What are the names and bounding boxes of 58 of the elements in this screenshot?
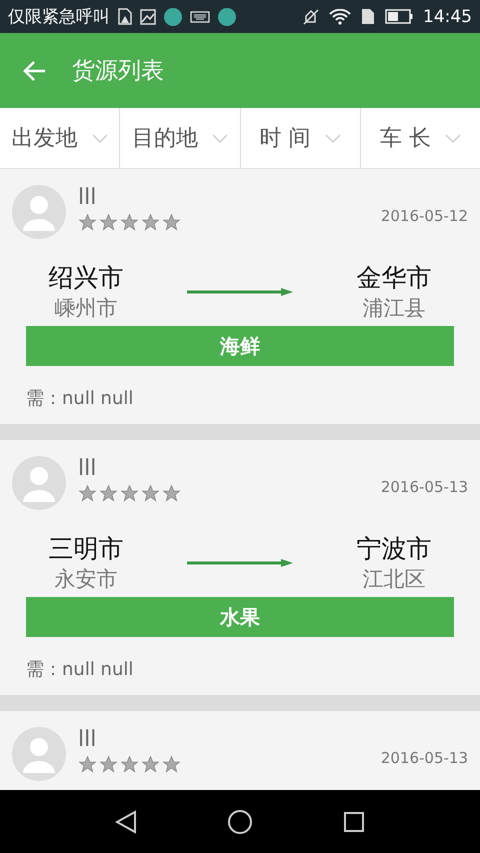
- cargo-type: 水果: [26, 597, 454, 637]
- star-icon: [162, 484, 181, 503]
- destination-district: 浦江县: [362, 295, 426, 322]
- destination-district: 江北区: [362, 566, 426, 593]
- battery-icon: [385, 9, 413, 24]
- requirement-text: 需：null null: [26, 387, 134, 410]
- star-icon: [120, 213, 139, 232]
- post-date: 2016-05-13: [380, 749, 468, 767]
- star-icon: [78, 755, 97, 774]
- star-icon: [99, 755, 118, 774]
- origin-district: 嵊州市: [54, 295, 118, 322]
- star-icon: [141, 755, 160, 774]
- post-date: 2016-05-12: [380, 207, 468, 225]
- avatar-icon: [12, 727, 66, 781]
- star-icon: [78, 213, 97, 232]
- post-date: 2016-05-13: [380, 478, 468, 496]
- star-icon: [141, 213, 160, 232]
- chevron-icon: [212, 134, 228, 142]
- user-name: lll: [78, 727, 98, 753]
- keyboard-icon: [190, 10, 210, 22]
- origin-city: 绍兴市: [48, 262, 124, 294]
- star-icon: [120, 755, 139, 774]
- star-icon: [99, 213, 118, 232]
- app-icon: [218, 8, 236, 26]
- avatar-icon: [12, 456, 66, 510]
- sim-alert-icon: [118, 8, 132, 25]
- requirement-text: 需：null null: [26, 658, 134, 681]
- page-title: 货源列表: [72, 57, 164, 86]
- avatar-icon: [12, 185, 66, 239]
- user-name: lll: [78, 185, 98, 211]
- wifi-icon: [329, 8, 351, 24]
- carrier-text: 仅限紧急呼叫: [8, 6, 110, 28]
- destination-city: 宁波市: [356, 533, 432, 565]
- back-icon[interactable]: [22, 60, 46, 82]
- user-name: lll: [78, 456, 98, 482]
- origin-city: 三明市: [48, 533, 124, 565]
- star-icon: [162, 755, 181, 774]
- star-icon: [99, 484, 118, 503]
- image-icon: [140, 8, 156, 24]
- arrow-icon: [187, 286, 293, 296]
- cargo-type: 海鲜: [26, 326, 454, 366]
- star-icon: [120, 484, 139, 503]
- clock-time: 14:45: [423, 6, 472, 26]
- origin-district: 永安市: [54, 566, 118, 593]
- back-nav-icon[interactable]: [115, 810, 137, 834]
- star-icon: [162, 213, 181, 232]
- star-icon: [141, 484, 160, 503]
- home-nav-icon[interactable]: [227, 808, 253, 834]
- destination-city: 金华市: [356, 262, 432, 294]
- recents-nav-icon[interactable]: [343, 810, 365, 832]
- sim-icon: [361, 8, 375, 25]
- chevron-icon: [92, 134, 108, 142]
- chevron-icon: [324, 134, 341, 142]
- app-icon: [164, 8, 182, 26]
- mute-icon: [303, 8, 319, 24]
- arrow-icon: [187, 558, 293, 568]
- star-icon: [78, 484, 97, 503]
- chevron-icon: [444, 134, 461, 142]
